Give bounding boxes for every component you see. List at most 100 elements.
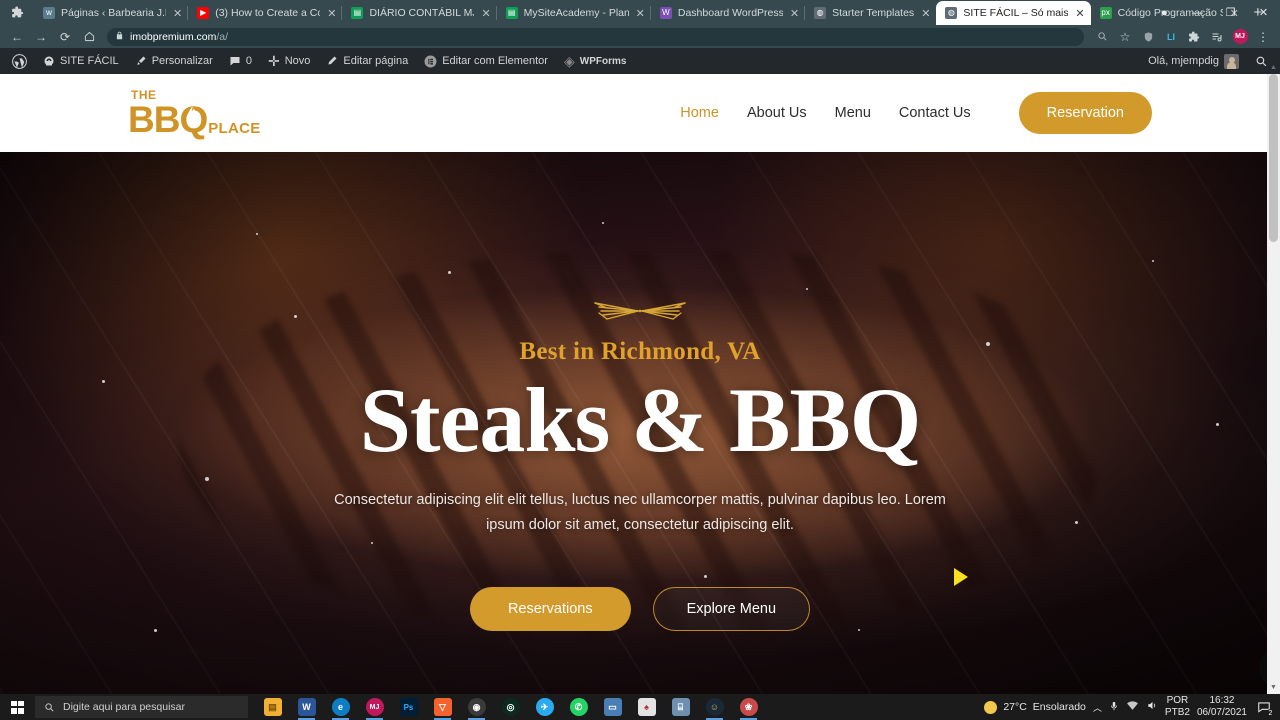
- tray-language-indicator[interactable]: POR PTB2: [1165, 695, 1190, 719]
- admin-bar-account[interactable]: Olá, mjempdig: [1140, 48, 1247, 74]
- sheets-icon: ▤: [505, 7, 518, 19]
- taskbar-app-orange[interactable]: ▽: [426, 694, 459, 720]
- nav-item-home[interactable]: Home: [680, 105, 719, 121]
- wordpress-logo-icon[interactable]: [4, 48, 35, 74]
- home-icon[interactable]: [78, 27, 100, 47]
- taskbar-app-edge[interactable]: e: [324, 694, 357, 720]
- hero-section: Best in Richmond, VA Steaks & BBQ Consec…: [0, 152, 1280, 694]
- close-icon[interactable]: ✕: [481, 7, 490, 20]
- maximize-button[interactable]: ❐: [1214, 0, 1247, 25]
- taskbar-app-paint[interactable]: ❀: [732, 694, 765, 720]
- nav-item-contact-us[interactable]: Contact Us: [899, 105, 971, 121]
- browser-tab-active[interactable]: ◍ SITE FÁCIL – Só mais um s ✕: [936, 1, 1091, 25]
- nav-item-menu[interactable]: Menu: [835, 105, 871, 121]
- tab-title: MySiteAcademy - Planilha: [523, 7, 629, 19]
- taskbar-app-obs[interactable]: ◉: [460, 694, 493, 720]
- avatar-initials: MJ: [1232, 29, 1248, 44]
- reservations-button[interactable]: Reservations: [469, 587, 631, 632]
- minimize-button[interactable]: —: [1181, 0, 1214, 25]
- sheets-icon: ▤: [351, 7, 364, 19]
- puzzle-extensions-icon[interactable]: [1183, 27, 1205, 47]
- shield-icon[interactable]: [1137, 27, 1159, 47]
- browser-tab[interactable]: ▤ DIÁRIO CONTÁBIL MJ CNI ✕: [341, 1, 496, 25]
- globe-icon: ◍: [945, 7, 958, 19]
- nav-item-about-us[interactable]: About Us: [747, 105, 807, 121]
- browser-tab[interactable]: ▶ (3) How to Create a Conta ✕: [187, 1, 342, 25]
- window-controls: ● — ❐ ✕: [1148, 0, 1280, 25]
- chrome-update-icon[interactable]: ●: [1148, 0, 1181, 25]
- admin-bar-customize-label: Personalizar: [151, 55, 213, 67]
- paint-app-icon: ❀: [739, 698, 758, 716]
- taskbar-app-steam[interactable]: ☺: [698, 694, 731, 720]
- linkedin-extension-icon[interactable]: LI: [1160, 27, 1182, 47]
- admin-bar-item-customize[interactable]: Personalizar: [127, 48, 221, 74]
- tab-title: DIÁRIO CONTÁBIL MJ CNI: [369, 7, 474, 19]
- site-logo[interactable]: THE BBQ PLACE: [128, 89, 261, 138]
- microphone-icon[interactable]: [1109, 700, 1119, 715]
- weather-description: Ensolarado: [1032, 701, 1086, 713]
- scrollbar-thumb[interactable]: [1269, 74, 1278, 242]
- close-icon[interactable]: ✕: [327, 7, 336, 20]
- profile-avatar[interactable]: MJ: [1229, 27, 1251, 47]
- admin-bar-item-site-name[interactable]: SITE FÁCIL: [35, 48, 127, 74]
- taskbar-search-placeholder: Digite aqui para pesquisar: [63, 701, 185, 713]
- taskbar-app-cards[interactable]: ♠: [630, 694, 663, 720]
- close-icon[interactable]: ✕: [173, 7, 182, 20]
- scroll-down-icon[interactable]: ▼: [1267, 681, 1280, 694]
- explore-menu-button[interactable]: Explore Menu: [652, 587, 811, 632]
- dark-circle-app-icon: ◎: [501, 698, 520, 716]
- admin-bar-item-comments[interactable]: 0: [221, 48, 260, 74]
- network-app-icon: ⌸: [671, 698, 690, 716]
- tray-clock[interactable]: 16:32 06/07/2021: [1197, 695, 1247, 719]
- volume-icon[interactable]: [1146, 700, 1158, 714]
- tray-weather[interactable]: 27°C Ensolarado: [984, 700, 1086, 714]
- taskbar-app-remote-desktop[interactable]: ▭: [596, 694, 629, 720]
- browser-tab[interactable]: ▤ MySiteAcademy - Planilha ✕: [495, 1, 651, 25]
- whatsapp-icon: ✆: [569, 698, 588, 716]
- notification-center-button[interactable]: 2: [1254, 697, 1275, 718]
- close-icon[interactable]: ✕: [921, 7, 930, 20]
- wifi-icon[interactable]: [1126, 700, 1139, 714]
- taskbar-app-telegram[interactable]: ✈: [528, 694, 561, 720]
- browser-tab[interactable]: w Páginas ‹ Barbearia J.Neto ✕: [34, 1, 188, 25]
- wpforms-icon: ◈: [563, 52, 575, 69]
- taskbar-app-dark-circle[interactable]: ◎: [494, 694, 527, 720]
- taskbar-app-file-explorer[interactable]: ▤: [256, 694, 289, 720]
- close-icon[interactable]: ✕: [790, 7, 799, 20]
- tab-search-extension-icon[interactable]: [0, 0, 34, 25]
- hero-title: Steaks & BBQ: [359, 369, 922, 471]
- orange-app-icon: ▽: [433, 698, 452, 716]
- admin-bar-item-edit-page[interactable]: Editar página: [318, 48, 416, 74]
- browser-tab[interactable]: ◍ Starter Templates ✕: [804, 1, 936, 25]
- close-icon[interactable]: ✕: [636, 7, 645, 20]
- chrome-menu-icon[interactable]: ⋮: [1252, 27, 1274, 47]
- taskbar-app-network[interactable]: ⌸: [664, 694, 697, 720]
- zoom-search-icon[interactable]: [1091, 27, 1113, 47]
- start-button[interactable]: [0, 694, 35, 720]
- admin-bar-item-wpforms[interactable]: ◈ WPForms: [556, 48, 634, 74]
- wordpress-icon: W: [659, 7, 672, 19]
- address-bar[interactable]: imobpremium.com/a/: [107, 27, 1084, 46]
- scroll-up-icon[interactable]: ▲: [1267, 61, 1280, 74]
- back-icon[interactable]: ←: [6, 27, 28, 47]
- close-window-button[interactable]: ✕: [1247, 0, 1280, 25]
- page-scrollbar[interactable]: ▲ ▼: [1267, 64, 1280, 694]
- taskbar-search-box[interactable]: Digite aqui para pesquisar: [35, 696, 248, 718]
- reservation-button[interactable]: Reservation: [1018, 92, 1152, 134]
- reload-icon[interactable]: ⟳: [54, 27, 76, 47]
- forward-icon[interactable]: →: [30, 27, 52, 47]
- taskbar-app-word[interactable]: W: [290, 694, 323, 720]
- hero-eyebrow: Best in Richmond, VA: [519, 338, 761, 365]
- taskbar-app-whatsapp[interactable]: ✆: [562, 694, 595, 720]
- tray-expand-chevron-icon[interactable]: ︿: [1093, 701, 1102, 714]
- admin-bar-item-new[interactable]: ✛ Novo: [260, 48, 318, 74]
- bookmark-star-icon[interactable]: ☆: [1114, 27, 1136, 47]
- close-icon[interactable]: ✕: [1075, 7, 1084, 20]
- obs-studio-icon: ◉: [467, 698, 486, 716]
- admin-bar-item-elementor[interactable]: Editar com Elementor: [416, 48, 556, 74]
- playlist-icon[interactable]: [1206, 27, 1228, 47]
- taskbar-app-photoshop[interactable]: Ps: [392, 694, 425, 720]
- photoshop-icon: Ps: [399, 698, 418, 716]
- taskbar-app-chrome[interactable]: MJ: [358, 694, 391, 720]
- browser-tab[interactable]: W Dashboard WordPress | ht ✕: [649, 1, 805, 25]
